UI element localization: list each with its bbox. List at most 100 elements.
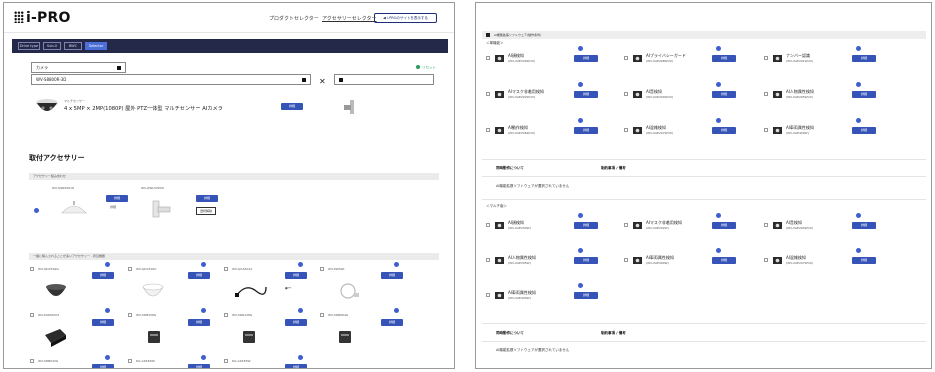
single-item-button[interactable]: 詳細 xyxy=(852,55,876,62)
tab-1[interactable]: Sub-0 xyxy=(43,42,61,50)
multi-item-button[interactable]: 詳細 xyxy=(574,222,598,229)
grid-radio-5[interactable] xyxy=(201,308,206,313)
multi-item-radio[interactable] xyxy=(716,248,721,253)
multi-item-radio[interactable] xyxy=(856,248,861,253)
group1-item-0-link[interactable]: 詳細 xyxy=(110,205,116,209)
grid-item-1-button[interactable]: 詳細 xyxy=(188,272,210,279)
single-item-button[interactable]: 詳細 xyxy=(712,91,736,98)
single-item-radio[interactable] xyxy=(716,46,721,51)
single-item-radio[interactable] xyxy=(578,82,583,87)
grid-radio-7[interactable] xyxy=(394,308,399,313)
single-item-button[interactable]: 詳細 xyxy=(712,55,736,62)
multi-item-check[interactable] xyxy=(624,223,628,227)
tab-2[interactable]: BWC xyxy=(64,42,82,50)
grid-item-3-button[interactable]: 詳細 xyxy=(381,272,403,279)
grid-item-10-button[interactable]: 詳細 xyxy=(285,364,307,368)
grid-item-7-button[interactable]: 詳細 xyxy=(381,319,403,326)
close-icon[interactable]: ✕ xyxy=(319,77,326,86)
single-item-radio[interactable] xyxy=(856,46,861,51)
grid-check-10[interactable] xyxy=(224,359,228,363)
multi-item-radio[interactable] xyxy=(578,248,583,253)
single-item-check[interactable] xyxy=(624,128,628,132)
multi-item-check[interactable] xyxy=(624,258,628,262)
grid-check-9[interactable] xyxy=(128,359,132,363)
model-select[interactable]: WV-S8800R-3D xyxy=(31,74,311,85)
site-link-button[interactable]: ◀ i-PROのサイトを表示する xyxy=(374,13,437,23)
grid-radio-4[interactable] xyxy=(105,308,110,313)
single-item-check[interactable] xyxy=(764,128,768,132)
grid-radio-8[interactable] xyxy=(105,355,110,360)
multi-item-button[interactable]: 詳細 xyxy=(712,257,736,264)
compare-select[interactable] xyxy=(334,74,434,85)
single-item-button[interactable]: 詳細 xyxy=(574,55,598,62)
grid-check-5[interactable] xyxy=(128,313,132,317)
single-item-button[interactable]: 詳細 xyxy=(712,127,736,134)
grid-check-2[interactable] xyxy=(224,267,228,271)
grid-item-0-button[interactable]: 詳細 xyxy=(92,272,114,279)
grid-item-4-button[interactable]: 詳細 xyxy=(92,319,114,326)
single-item-check[interactable] xyxy=(486,128,490,132)
camera-detail-button[interactable]: 詳細 xyxy=(281,103,303,110)
tab-0[interactable]: Drive type xyxy=(18,42,40,50)
multi-item-radio[interactable] xyxy=(578,213,583,218)
deselect-button[interactable]: 選択解除 xyxy=(196,207,217,215)
grid-radio-3[interactable] xyxy=(394,262,399,267)
multi-item-button[interactable]: 詳細 xyxy=(852,257,876,264)
multi-item-check[interactable] xyxy=(764,258,768,262)
camera-type-select[interactable]: カメラ xyxy=(31,62,126,73)
single-item-radio[interactable] xyxy=(578,46,583,51)
multi-item-check[interactable] xyxy=(486,293,490,297)
multi-item-button[interactable]: 詳細 xyxy=(852,222,876,229)
multi-item-radio[interactable] xyxy=(716,213,721,218)
grid-radio-0[interactable] xyxy=(105,262,110,267)
grid-check-1[interactable] xyxy=(128,267,132,271)
single-item-radio[interactable] xyxy=(856,118,861,123)
single-item-radio[interactable] xyxy=(716,118,721,123)
reset-link[interactable]: リセット xyxy=(416,65,436,71)
single-item-check[interactable] xyxy=(764,92,768,96)
single-item-button[interactable]: 詳細 xyxy=(574,127,598,134)
nav-accessory-selector[interactable]: アクセサリーセレクター xyxy=(322,15,377,22)
grid-radio-6[interactable] xyxy=(298,308,303,313)
multi-item-check[interactable] xyxy=(486,223,490,227)
group1-radio[interactable] xyxy=(34,208,39,213)
nav-product-selector[interactable]: プロダクトセレクター xyxy=(269,15,319,22)
grid-radio-2[interactable] xyxy=(298,262,303,267)
multi-item-radio[interactable] xyxy=(856,213,861,218)
grid-check-7[interactable] xyxy=(320,313,324,317)
multi-item-check[interactable] xyxy=(486,258,490,262)
single-item-button[interactable]: 詳細 xyxy=(852,127,876,134)
grid-radio-1[interactable] xyxy=(201,262,206,267)
grid-check-8[interactable] xyxy=(30,359,34,363)
multi-item-check[interactable] xyxy=(764,223,768,227)
single-item-radio[interactable] xyxy=(578,118,583,123)
grid-check-0[interactable] xyxy=(30,267,34,271)
grid-item-8-button[interactable]: 詳細 xyxy=(92,364,114,368)
grid-check-3[interactable] xyxy=(320,267,324,271)
single-item-button[interactable]: 詳細 xyxy=(852,91,876,98)
multi-item-button[interactable]: 詳細 xyxy=(712,222,736,229)
grid-check-4[interactable] xyxy=(30,313,34,317)
grid-check-6[interactable] xyxy=(224,313,228,317)
brand-logo[interactable]: i-PRO xyxy=(14,10,71,26)
grid-item-6-button[interactable]: 詳細 xyxy=(285,319,307,326)
multi-item-radio[interactable] xyxy=(578,283,583,288)
single-item-check[interactable] xyxy=(624,56,628,60)
single-item-radio[interactable] xyxy=(716,82,721,87)
grid-item-5-button[interactable]: 詳細 xyxy=(188,319,210,326)
grid-radio-10[interactable] xyxy=(298,355,303,360)
single-item-check[interactable] xyxy=(624,92,628,96)
grid-item-9-button[interactable]: 詳細 xyxy=(188,364,210,368)
group1-item-1-button[interactable]: 詳細 xyxy=(196,195,218,202)
single-item-button[interactable]: 詳細 xyxy=(574,91,598,98)
single-item-check[interactable] xyxy=(486,92,490,96)
group1-item-0-button[interactable]: 詳細 xyxy=(106,195,128,202)
grid-radio-9[interactable] xyxy=(201,355,206,360)
multi-item-button[interactable]: 詳細 xyxy=(574,292,598,299)
multi-item-button[interactable]: 詳細 xyxy=(574,257,598,264)
single-item-check[interactable] xyxy=(486,56,490,60)
single-item-check[interactable] xyxy=(764,56,768,60)
tab-3[interactable]: Selector xyxy=(85,42,107,50)
grid-item-2-button[interactable]: 詳細 xyxy=(285,272,307,279)
single-item-radio[interactable] xyxy=(856,82,861,87)
